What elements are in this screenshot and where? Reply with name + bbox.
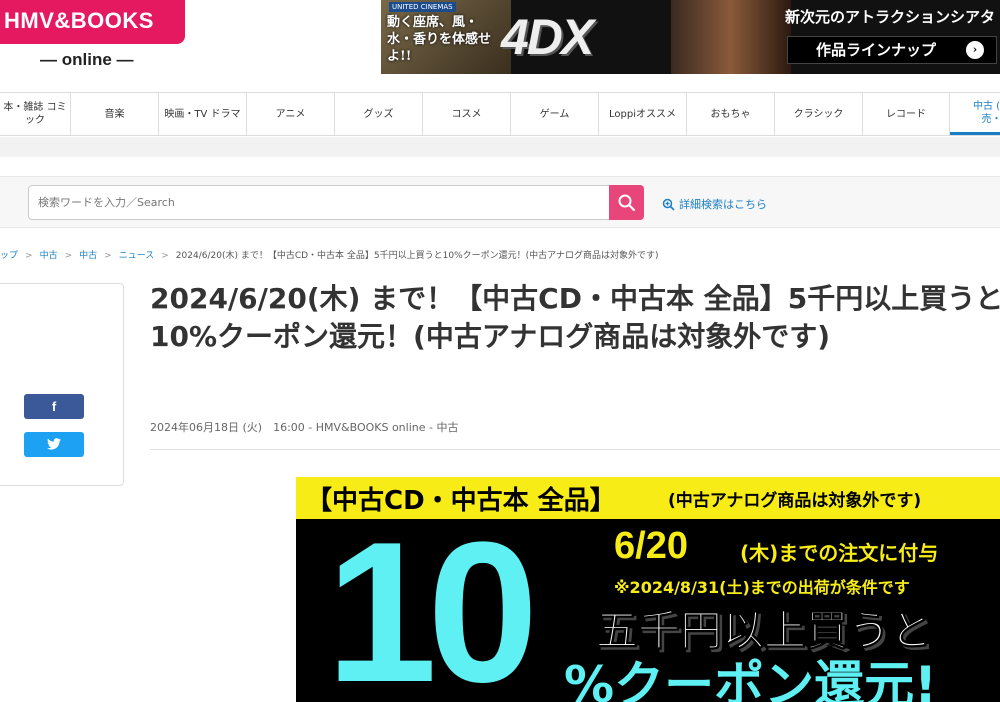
facebook-share-button[interactable]: f [24,394,84,419]
banner-tagline: 動く座席、風・水・香りを体感せよ!! [387,15,492,64]
breadcrumb-separator: > [64,251,73,261]
header-banner-ad[interactable]: UNITED CINEMAS 動く座席、風・水・香りを体感せよ!! 4DX 新次… [381,0,1000,74]
search-bar: 検索ワードを入力／Search 詳細検索はこちら [0,176,1000,228]
nav-item-classic[interactable]: クラシック [775,93,863,135]
nav-item-toys[interactable]: おもちゃ [687,93,775,135]
breadcrumb-item-top[interactable]: ップ [0,251,18,261]
promo-note: ※2024/8/31(土)までの出荷が条件です [614,578,910,597]
nav-item-game[interactable]: ゲーム [511,93,599,135]
page: HMV&BOOKS — online — UNITED CINEMAS 動く座席… [0,0,1000,702]
nav-item-books[interactable]: 本・雑誌 コミック [0,93,71,135]
search-icon [618,194,636,212]
nav-item-loppi[interactable]: Loppiオススメ [599,93,687,135]
banner-lineup-button[interactable]: 作品ラインナップ › [787,36,997,64]
advanced-search-label: 詳細検索はこちら [679,198,767,211]
promo-header-sub: (中古アナログ商品は対象外です) [668,491,922,511]
banner-button-label: 作品ラインナップ [816,41,937,59]
banner-headline: 新次元のアトラクションシアタ [785,8,996,26]
promo-big-number: 10 [326,501,538,702]
breadcrumb-separator: > [104,251,112,261]
banner-product: 4DX [501,9,594,65]
share-box: f [0,283,124,486]
nav-item-music[interactable]: 音楽 [71,93,159,135]
chevron-right-icon: › [966,41,984,59]
promo-date-text: (木)までの注文に付与 [740,541,939,565]
breadcrumb-separator: > [25,251,33,261]
breadcrumb-item-used[interactable]: 中古 [40,251,58,261]
breadcrumb: ップ > 中古 > 中古 > ニュース >2024/6/20(木) まで！【中古CD・中古本 … [0,248,658,261]
logo-sub: — online — [40,50,134,69]
zoom-in-icon [662,198,675,211]
facebook-icon: f [51,399,57,414]
site-logo[interactable]: HMV&BOOKS — online — [0,0,185,92]
twitter-share-button[interactable] [24,432,84,457]
breadcrumb-item-used-2[interactable]: 中古 [79,251,97,261]
banner-brand: UNITED CINEMAS [389,2,456,12]
divider [150,449,1000,450]
banner-image-mid [671,0,791,74]
promo-banner-image: 【中古CD・中古本 全品】 (中古アナログ商品は対象外です) 10 6/20 (… [296,477,1000,702]
advanced-search-link[interactable]: 詳細検索はこちら [662,196,767,212]
promo-date: 6/20 [614,525,688,567]
nav-item-cosme[interactable]: コスメ [423,93,511,135]
nav-sub-strip [0,137,1000,157]
twitter-icon [47,438,61,450]
search-input[interactable]: 検索ワードを入力／Search [28,185,610,220]
promo-coupon: %クーポン還元! [564,656,937,702]
logo-main: HMV&BOOKS [0,0,185,44]
article-meta: 2024年06月18日 (火) 16:00 - HMV&BOOKS online… [150,421,459,434]
nav-item-record[interactable]: レコード [863,93,950,135]
nav-item-anime[interactable]: アニメ [247,93,335,135]
breadcrumb-item-news[interactable]: ニュース [119,251,155,261]
category-nav: 本・雑誌 コミック 音楽 映画・TV ドラマ アニメ グッズ コスメ ゲーム L… [0,92,1000,136]
breadcrumb-separator: > [161,251,169,261]
nav-item-used[interactable]: 中古 (販売・ [950,93,1000,135]
nav-item-movie-tv[interactable]: 映画・TV ドラマ [159,93,247,135]
nav-item-goods[interactable]: グッズ [335,93,423,135]
article-title: 2024/6/20(木) まで！【中古CD・中古本 全品】5千円以上買うと10%… [150,282,1000,353]
search-button[interactable] [609,185,644,220]
breadcrumb-current: 2024/6/20(木) まで！【中古CD・中古本 全品】5千円以上買うと10%… [175,251,659,261]
